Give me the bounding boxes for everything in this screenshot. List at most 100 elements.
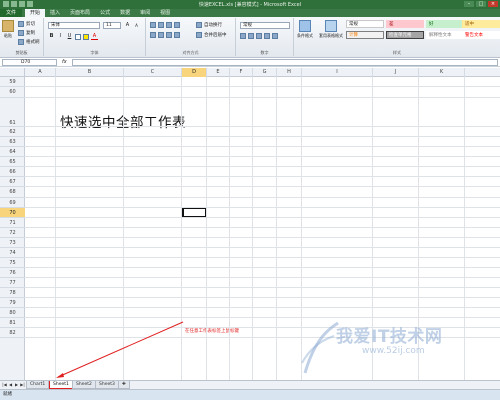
italic-icon[interactable]: I bbox=[57, 33, 64, 40]
last-sheet-icon[interactable]: ▶| bbox=[20, 382, 25, 388]
brush-icon bbox=[18, 39, 24, 45]
formula-bar: D70 fx bbox=[0, 58, 500, 67]
clipboard-group: 粘贴 剪切 复制 格式刷 剪贴板 bbox=[0, 18, 44, 56]
watermark: 我爱IT技术网 www.52ij.com bbox=[300, 318, 495, 378]
copy-icon bbox=[18, 30, 24, 36]
format-painter-button[interactable]: 格式刷 bbox=[18, 39, 40, 45]
window-title: 快速EXCEL.xls [兼容模式] - Microsoft Excel bbox=[198, 2, 302, 8]
name-box[interactable]: D70 bbox=[2, 59, 57, 66]
arrow-line bbox=[57, 321, 184, 378]
sheet-tab-sheet2[interactable]: Sheet2 bbox=[72, 381, 96, 389]
cell-style-0[interactable]: 常规 bbox=[346, 20, 384, 28]
tab-review[interactable]: 审阅 bbox=[135, 9, 155, 17]
shrink-font-icon[interactable]: A bbox=[133, 22, 140, 29]
minimize-icon[interactable]: – bbox=[464, 1, 474, 7]
sheet-tab-sheet3[interactable]: Sheet3 bbox=[95, 381, 119, 389]
status-text: 就绪 bbox=[3, 392, 12, 397]
sheet-tab-chart1[interactable]: Chart1 bbox=[26, 381, 50, 389]
underline-icon[interactable]: U bbox=[66, 33, 73, 40]
paste-icon bbox=[2, 20, 14, 32]
format-as-table-button[interactable]: 套用表格格式 bbox=[319, 20, 343, 39]
maximize-icon[interactable]: □ bbox=[476, 1, 486, 7]
cut-button[interactable]: 剪切 bbox=[18, 21, 35, 27]
number-format-combo[interactable]: 常规 bbox=[240, 22, 290, 29]
bold-icon[interactable]: B bbox=[48, 33, 55, 40]
first-sheet-icon[interactable]: |◀ bbox=[2, 382, 7, 388]
font-color-icon[interactable]: A bbox=[91, 33, 98, 40]
alignment-group-label: 对齐方式 bbox=[182, 50, 199, 55]
tab-home[interactable]: 开始 bbox=[25, 9, 46, 17]
table-icon bbox=[325, 20, 337, 32]
tab-data[interactable]: 数据 bbox=[115, 9, 135, 17]
title-bar: 快速EXCEL.xls [兼容模式] - Microsoft Excel – □… bbox=[0, 0, 500, 9]
prev-sheet-icon[interactable]: ◀ bbox=[8, 382, 13, 388]
merge-icon bbox=[196, 32, 202, 38]
status-bar: 就绪 bbox=[0, 389, 500, 400]
sheet-tab-sheet1[interactable]: Sheet1 bbox=[49, 381, 73, 389]
conditional-format-icon bbox=[299, 20, 311, 32]
decrease-decimal-icon[interactable] bbox=[272, 33, 278, 39]
align-center-icon[interactable] bbox=[158, 32, 164, 38]
indent-icon[interactable] bbox=[174, 32, 180, 38]
fx-icon[interactable]: fx bbox=[62, 59, 67, 65]
merge-center-button[interactable]: 合并后居中 bbox=[196, 32, 227, 38]
next-sheet-icon[interactable]: ▶ bbox=[14, 382, 19, 388]
merge-center-label: 合并后居中 bbox=[204, 33, 227, 38]
cell-style-4[interactable]: 计算 bbox=[346, 31, 384, 39]
font-size-combo[interactable]: 11 bbox=[103, 22, 121, 29]
font-group-label: 字体 bbox=[90, 50, 99, 55]
format-as-table-label: 套用表格格式 bbox=[319, 33, 343, 38]
ribbon-tabs: 文件 开始 插入 页面布局 公式 数据 审阅 视图 bbox=[0, 9, 500, 17]
wrap-text-label: 自动换行 bbox=[204, 23, 222, 28]
align-right-icon[interactable] bbox=[166, 32, 172, 38]
paste-label: 粘贴 bbox=[4, 33, 12, 38]
insert-sheet-icon[interactable]: ✚ bbox=[118, 381, 130, 389]
percent-icon[interactable] bbox=[248, 33, 254, 39]
tab-view[interactable]: 视图 bbox=[155, 9, 175, 17]
cell-style-1[interactable]: 差 bbox=[386, 20, 424, 28]
conditional-format-button[interactable]: 条件格式 bbox=[297, 20, 313, 39]
sheet-tab-bar: |◀ ◀ ▶ ▶| Chart1 Sheet1 Sheet2 Sheet3 ✚ bbox=[0, 380, 500, 389]
align-bottom-icon[interactable] bbox=[166, 22, 172, 28]
cell-style-6[interactable]: 解释性文本 bbox=[426, 31, 464, 39]
align-left-icon[interactable] bbox=[150, 32, 156, 38]
tab-insert[interactable]: 插入 bbox=[45, 9, 65, 17]
ribbon: 粘贴 剪切 复制 格式刷 剪贴板 宋体 11 A A B I U A 字体 自动… bbox=[0, 17, 500, 58]
cell-style-7[interactable]: 警告文本 bbox=[462, 31, 500, 39]
alignment-group: 自动换行 合并后居中 对齐方式 bbox=[146, 18, 236, 56]
paste-button[interactable]: 粘贴 bbox=[2, 20, 14, 39]
copy-button[interactable]: 复制 bbox=[18, 30, 35, 36]
watermark-text: 我爱IT技术网 bbox=[336, 327, 443, 347]
cut-label: 剪切 bbox=[26, 22, 35, 27]
styles-group: 条件格式 套用表格格式 常规差好适中计算 检查单元格 解释性文本 警告文本 样式 bbox=[294, 18, 500, 56]
watermark-url: www.52ij.com bbox=[362, 346, 425, 356]
styles-group-label: 样式 bbox=[393, 50, 401, 55]
tab-formulas[interactable]: 公式 bbox=[95, 9, 115, 17]
wrap-text-button[interactable]: 自动换行 bbox=[196, 22, 222, 28]
format-painter-label: 格式刷 bbox=[26, 40, 40, 45]
cell-style-2[interactable]: 好 bbox=[426, 20, 464, 28]
border-icon[interactable] bbox=[75, 33, 81, 40]
formula-input[interactable] bbox=[72, 59, 498, 66]
tab-file[interactable]: 文件 bbox=[0, 9, 23, 17]
font-name-combo[interactable]: 宋体 bbox=[48, 22, 100, 29]
currency-icon[interactable] bbox=[240, 33, 246, 39]
font-group: 宋体 11 A A B I U A 字体 bbox=[44, 18, 146, 56]
align-top-icon[interactable] bbox=[150, 22, 156, 28]
tab-page-layout[interactable]: 页面布局 bbox=[65, 9, 95, 17]
orientation-icon[interactable] bbox=[174, 22, 180, 28]
cell-style-3[interactable]: 适中 bbox=[462, 20, 500, 28]
conditional-format-label: 条件格式 bbox=[297, 33, 313, 38]
comma-icon[interactable] bbox=[256, 33, 262, 39]
grow-font-icon[interactable]: A bbox=[124, 22, 131, 29]
increase-decimal-icon[interactable] bbox=[264, 33, 270, 39]
align-middle-icon[interactable] bbox=[158, 22, 164, 28]
number-group-label: 数字 bbox=[260, 50, 269, 55]
sheet-nav: |◀ ◀ ▶ ▶| bbox=[2, 382, 25, 388]
fill-color-icon[interactable] bbox=[83, 33, 89, 40]
wrap-text-icon bbox=[196, 22, 202, 28]
window-controls: – □ × bbox=[464, 1, 498, 7]
scissors-icon bbox=[18, 21, 24, 27]
close-icon[interactable]: × bbox=[488, 1, 498, 7]
cell-style-5[interactable]: 检查单元格 bbox=[386, 31, 424, 39]
